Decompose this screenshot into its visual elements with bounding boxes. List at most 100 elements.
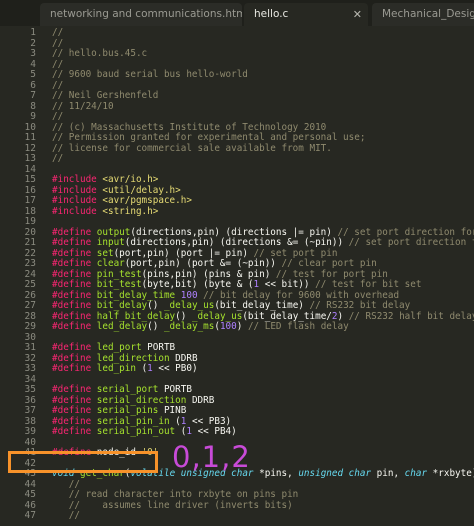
code-token: << PB3) — [186, 415, 232, 427]
code-token: () — [147, 321, 164, 332]
code-token: (directions,pin) (directions |= pin) — [130, 226, 338, 238]
code-token: DDRB — [191, 394, 215, 406]
code-token: << bit)) — [259, 279, 316, 290]
tab-label: Mechanical_Design.h — [382, 8, 474, 20]
code-token: // set port pin — [253, 247, 338, 259]
code-line: // — [52, 153, 64, 165]
line-number: 35 — [24, 384, 36, 395]
code-token: #define — [52, 405, 97, 416]
code-token: (port,pin) (port &= (~pin)) — [124, 258, 282, 269]
code-token: // (c) Massachusetts Institute of Techno… — [52, 121, 327, 133]
code-token: // — [52, 58, 64, 70]
code-token: led_delay — [96, 321, 148, 332]
code-token: bit_delay — [96, 300, 148, 311]
code-token: <string.h> — [102, 205, 159, 217]
code-token: #define — [52, 394, 97, 406]
code-token: _delay_us — [163, 300, 215, 311]
line-number: 17 — [24, 195, 36, 206]
code-token: #define — [52, 289, 97, 301]
code-token: // test for bit set — [315, 279, 422, 290]
line-number: 37 — [24, 405, 36, 416]
code-token: #include — [52, 174, 103, 185]
code-token: (pins,pin) (pins & pin) — [141, 268, 276, 280]
highlight-box — [8, 451, 158, 473]
code-token: #define — [52, 226, 97, 238]
code-token: (port,pin) (port |= pin) — [113, 247, 254, 259]
code-token: unsigned char — [298, 468, 372, 479]
code-token: output — [96, 226, 131, 238]
code-token: #define — [52, 384, 97, 395]
code-token: #define — [52, 363, 97, 374]
code-token: clear — [96, 258, 125, 269]
tab-label: hello.c — [254, 8, 289, 20]
code-token: char — [404, 468, 428, 479]
line-number: 47 — [24, 510, 36, 521]
tab-label: networking and communications.html — [50, 8, 242, 20]
code-token: (byte,bit) (byte & ( — [141, 279, 254, 290]
line-number: 19 — [24, 216, 36, 227]
code-token: // 11/24/10 — [52, 100, 114, 112]
annotation-label: 0,1,2 — [172, 440, 251, 474]
line-number: 1 — [30, 27, 36, 38]
code-token: #define — [52, 247, 97, 259]
code-line: #define led_pin (1 << PB0) — [52, 363, 198, 375]
line-number: 21 — [24, 237, 36, 248]
line-number: 5 — [30, 69, 36, 80]
code-token: <avr/io.h> — [102, 174, 159, 185]
code-token: serial_pin_out — [96, 426, 181, 437]
code-token: #define — [52, 310, 97, 322]
code-token: // license for commercial sale available… — [52, 142, 332, 154]
code-token: // hello.bus.45.c — [52, 48, 148, 59]
code-token: #define — [52, 415, 97, 427]
close-icon[interactable]: ✕ — [353, 3, 362, 26]
code-token: #include — [52, 184, 103, 196]
code-token: serial_pins — [96, 405, 164, 416]
line-number: 29 — [24, 321, 36, 332]
code-token: #define — [52, 300, 97, 311]
code-token: #include — [52, 195, 103, 206]
code-token: bit_test — [96, 279, 142, 290]
code-token: _delay_us — [191, 310, 243, 322]
code-line: // hello.bus.45.c — [52, 48, 148, 60]
tab-mechanical-design[interactable]: Mechanical_Design.h — [372, 3, 474, 26]
line-number: 39 — [24, 426, 36, 437]
code-token: () — [175, 310, 192, 322]
code-token: #define — [52, 352, 97, 364]
code-line: // assumes line driver (inverts bits) — [52, 500, 293, 512]
code-token: serial_port — [96, 384, 164, 395]
tab-networking-html[interactable]: networking and communications.html — [40, 3, 242, 26]
line-number: 31 — [24, 342, 36, 353]
code-token: PINB — [163, 405, 187, 416]
code-token: DDRB — [175, 352, 198, 364]
line-number: 45 — [24, 489, 36, 500]
tab-hello-c[interactable]: hello.c ✕ — [244, 3, 368, 26]
code-token: // bit delay for 9600 with overhead — [203, 289, 400, 301]
code-line: // — [52, 510, 80, 522]
tab-bar: networking and communications.html hello… — [0, 0, 474, 26]
code-token: #define — [52, 279, 97, 290]
code-token: // RS232 half bit delay — [348, 310, 474, 322]
code-token: // — [52, 510, 80, 521]
code-token: #define — [52, 237, 97, 248]
code-token: pin, — [371, 468, 405, 479]
code-token: led_direction — [96, 352, 176, 364]
code-token: // read character into rxbyte on pins pi… — [52, 489, 299, 500]
code-token: led_pin — [96, 363, 142, 374]
line-number: 3 — [30, 48, 36, 59]
code-token: // — [52, 153, 64, 164]
code-token: // — [52, 111, 64, 122]
code-token: (bit_delay_time) — [214, 300, 310, 311]
code-token: #include — [52, 205, 103, 217]
code-token: (bit_delay_time/ — [242, 310, 332, 322]
code-line: // license for commercial sale available… — [52, 142, 332, 155]
line-number: 9 — [30, 111, 36, 122]
code-token: 100 — [219, 321, 237, 332]
code-token: set — [96, 247, 114, 259]
line-number: 23 — [24, 258, 36, 269]
line-number: 13 — [24, 153, 36, 164]
line-number: 27 — [24, 300, 36, 311]
code-token: #define — [52, 321, 97, 332]
code-token: // set port direction for output — [337, 226, 474, 238]
code-token: *pins, — [253, 468, 299, 479]
code-token: // Permission granted for experimental a… — [52, 132, 366, 143]
